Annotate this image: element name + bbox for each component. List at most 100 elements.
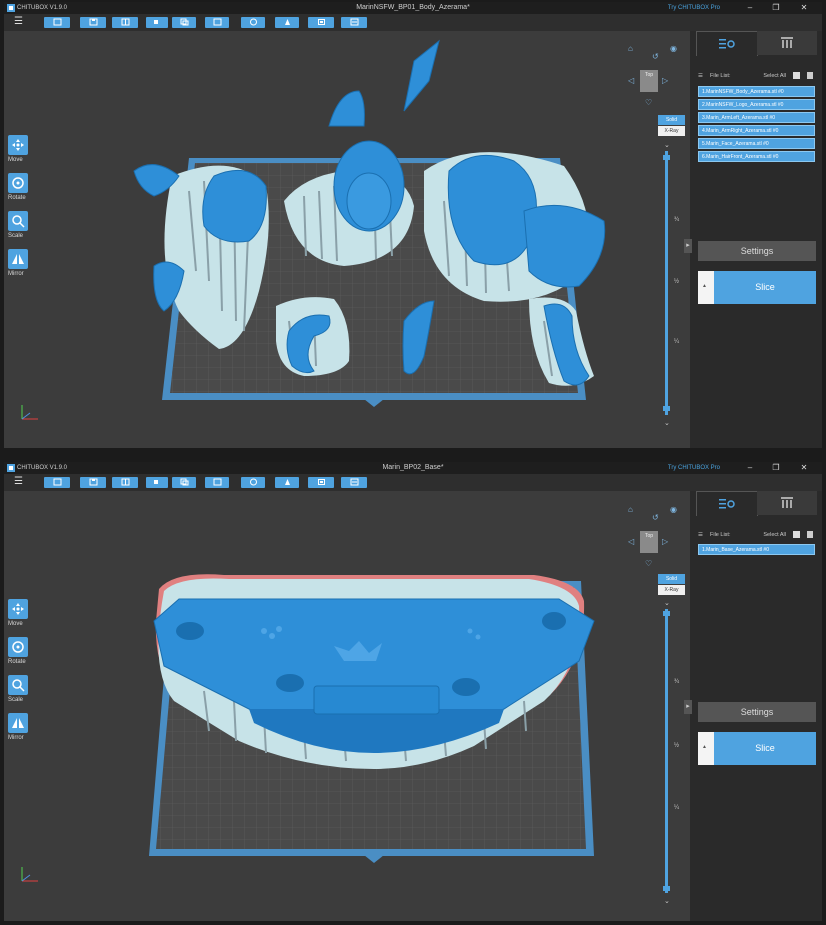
layer-slider[interactable]: ⌄ ¾ ½ ¼ ⌄ [662,599,679,905]
file-item[interactable]: 4.Marin_ArmRight_Azerama.stl #0 [698,125,815,136]
try-pro-link[interactable]: Try CHITUBOX Pro [668,2,720,14]
solid-mode-button[interactable]: Solid [658,115,685,125]
measure-button[interactable] [308,477,334,488]
save-button[interactable] [80,17,106,28]
settings-button[interactable]: Settings [698,241,816,261]
slider-bottom-handle[interactable] [663,406,670,411]
view-down-icon[interactable]: ♡ [645,98,652,107]
hamburger-menu-icon[interactable]: ☰ [14,477,23,487]
rotate-view-icon[interactable]: ↺ [652,513,659,522]
file-item[interactable]: 1.Marin_Base_Azerama.stl #0 [698,544,815,555]
scale-button[interactable] [8,211,28,231]
arrange-button[interactable] [146,477,168,488]
mirror-tool[interactable]: Mirror [8,713,34,751]
file-item[interactable]: 2.MarinNSFW_Logo_Azerama.stl #0 [698,99,815,110]
close-icon[interactable]: ✕ [798,462,810,474]
scale-tool[interactable]: Scale [8,675,34,713]
select-all-button[interactable]: Select All [763,530,786,540]
view-left-icon[interactable]: ◁ [628,537,634,546]
file-item[interactable]: 3.Marin_ArmLeft_Azerama.stl #0 [698,112,815,123]
panel-collapse-icon[interactable]: ▸ [684,239,692,253]
slider-up-icon[interactable]: ⌄ [664,141,670,149]
tab-supports[interactable] [757,31,817,55]
file-item[interactable]: 1.MarinNSFW_Body_Azerama.stl #0 [698,86,815,97]
slider-down-icon[interactable]: ⌄ [664,419,670,427]
scale-tool[interactable]: Scale [8,211,34,249]
hollow-button[interactable] [205,17,229,28]
view-left-icon[interactable]: ◁ [628,76,634,85]
rotate-view-icon[interactable]: ↺ [652,52,659,61]
restore-icon[interactable]: ❐ [770,2,782,14]
home-view-icon[interactable]: ⌂ [628,44,633,53]
view-down-icon[interactable]: ♡ [645,559,652,568]
slider-track[interactable] [665,151,668,415]
tab-settings-list[interactable] [696,491,758,516]
support-button[interactable] [275,477,299,488]
repair-button[interactable] [341,477,367,488]
view-cube-face[interactable]: Top [640,531,658,553]
expand-up-icon[interactable]: ▲ [702,744,707,750]
support-button[interactable] [275,17,299,28]
repair-button[interactable] [341,17,367,28]
3d-viewport[interactable]: Move Rotate Scale Mirror ⌂ ↺ ◉ ◁ Top ▷ ♡ [4,31,690,448]
duplicate-button[interactable] [172,17,196,28]
xray-mode-button[interactable]: X-Ray [658,585,685,595]
panel-collapse-icon[interactable]: ▸ [684,700,692,714]
file-item[interactable]: 6.Marin_HairFront_Azerama.stl #0 [698,151,815,162]
slider-top-handle[interactable] [663,155,670,160]
view-cube[interactable]: ⌂ ↺ ◉ ◁ Top ▷ ♡ [624,44,677,114]
arrange-button[interactable] [146,17,168,28]
hamburger-menu-icon[interactable]: ☰ [14,17,23,27]
select-all-button[interactable]: Select All [763,71,786,81]
view-cube-face[interactable]: Top [640,70,658,92]
trash-icon[interactable] [807,531,813,538]
copy-icon[interactable] [793,531,800,538]
open-file-button[interactable] [44,477,70,488]
slice-button[interactable]: Slice [714,732,816,765]
duplicate-button[interactable] [172,477,196,488]
move-tool[interactable]: Move [8,135,34,173]
xray-mode-button[interactable]: X-Ray [658,126,685,136]
expand-up-icon[interactable]: ▲ [702,283,707,289]
3d-viewport[interactable]: Move Rotate Scale Mirror ⌂ ↺ ◉ ◁ Top ▷ ♡ [4,491,690,921]
eye-icon[interactable]: ◉ [670,44,677,53]
view-right-icon[interactable]: ▷ [662,76,668,85]
restore-icon[interactable]: ❐ [770,462,782,474]
move-button[interactable] [8,599,28,619]
slice-button[interactable]: Slice [714,271,816,304]
tab-settings-list[interactable] [696,31,758,56]
minimize-icon[interactable]: – [744,2,756,14]
minimize-icon[interactable]: – [744,462,756,474]
trash-icon[interactable] [807,72,813,79]
move-button[interactable] [8,135,28,155]
layout-button[interactable] [112,17,138,28]
rotate-button[interactable] [8,637,28,657]
eye-icon[interactable]: ◉ [670,505,677,514]
hollow-button[interactable] [205,477,229,488]
rotate-tool[interactable]: Rotate [8,173,34,211]
view-right-icon[interactable]: ▷ [662,537,668,546]
settings-button[interactable]: Settings [698,702,816,722]
slider-top-handle[interactable] [663,611,670,616]
build-plate-scene[interactable] [4,491,690,921]
solid-mode-button[interactable]: Solid [658,574,685,584]
try-pro-link[interactable]: Try CHITUBOX Pro [668,462,720,474]
open-file-button[interactable] [44,17,70,28]
close-icon[interactable]: ✕ [798,2,810,14]
mirror-button[interactable] [8,249,28,269]
slider-bottom-handle[interactable] [663,886,670,891]
slider-down-icon[interactable]: ⌄ [664,897,670,905]
drill-button[interactable] [241,477,265,488]
build-plate-scene[interactable] [4,31,690,448]
measure-button[interactable] [308,17,334,28]
scale-button[interactable] [8,675,28,695]
drill-button[interactable] [241,17,265,28]
rotate-button[interactable] [8,173,28,193]
rotate-tool[interactable]: Rotate [8,637,34,675]
mirror-button[interactable] [8,713,28,733]
tab-supports[interactable] [757,491,817,515]
slider-up-icon[interactable]: ⌄ [664,599,670,607]
mirror-tool[interactable]: Mirror [8,249,34,287]
layout-button[interactable] [112,477,138,488]
layer-slider[interactable]: ⌄ ¾ ½ ¼ ⌄ [662,141,679,427]
